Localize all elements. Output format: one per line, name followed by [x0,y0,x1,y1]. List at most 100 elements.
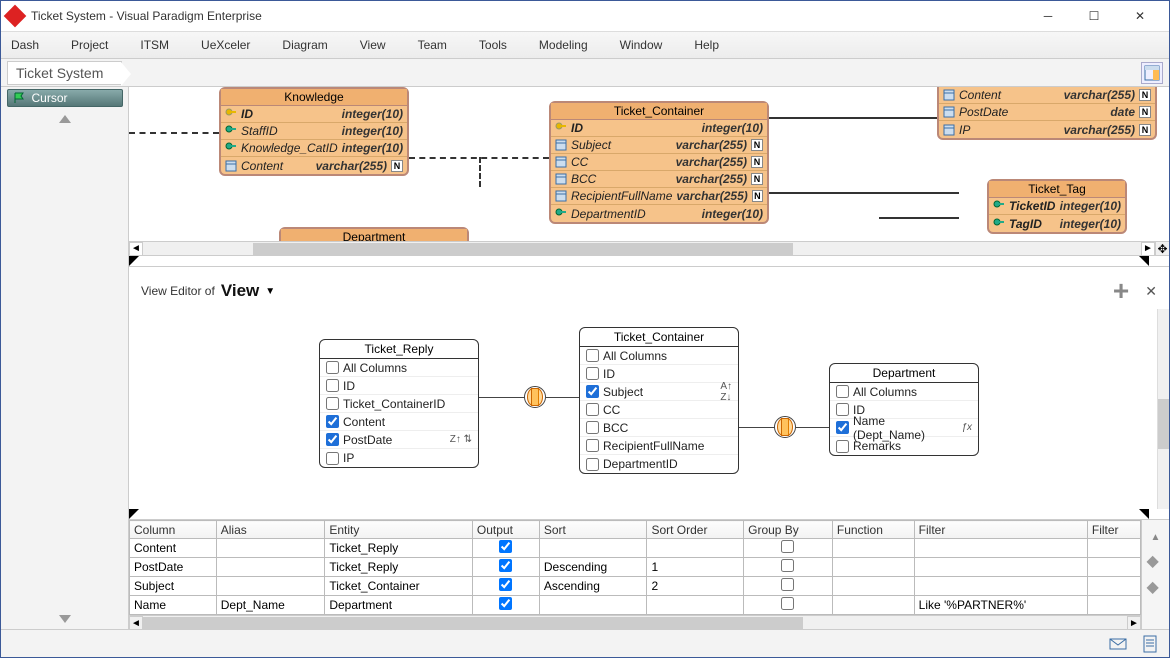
column-checkbox[interactable] [586,385,599,398]
column-checkbox[interactable] [326,397,339,410]
groupby-checkbox[interactable] [781,578,794,591]
cell-filter1[interactable] [914,558,1087,577]
column-checkbox[interactable] [326,452,339,465]
output-checkbox[interactable] [499,578,512,591]
grid-header[interactable]: Sort [539,521,647,539]
erd-hscroll[interactable]: ◄ ► [129,241,1155,255]
grid-header[interactable]: Filter [914,521,1087,539]
cell-sortorder[interactable]: 1 [647,558,744,577]
column-checkbox[interactable] [836,385,849,398]
entity-column[interactable]: StaffIDinteger(10) [221,123,407,140]
palette-scroll-up[interactable] [59,115,71,123]
view-vscroll[interactable] [1157,309,1169,509]
cell-sort[interactable] [539,596,647,615]
output-checkbox[interactable] [499,559,512,572]
view-column-row[interactable]: DepartmentID [580,455,738,473]
view-column-row[interactable]: Content [320,413,478,431]
grid-hscroll[interactable]: ◄ ► [129,615,1141,629]
entity-column[interactable]: IDinteger(10) [551,120,767,137]
entity-knowledge[interactable]: Knowledge IDinteger(10)StaffIDinteger(10… [219,87,409,176]
cell-sortorder[interactable] [647,596,744,615]
entity-column[interactable]: IPvarchar(255)N [939,121,1155,138]
entity-column[interactable]: Knowledge_CatIDinteger(10) [221,140,407,157]
mail-icon[interactable] [1109,635,1127,653]
cell-filter1[interactable]: Like '%PARTNER%' [914,596,1087,615]
entity-ticket-container[interactable]: Ticket_Container IDinteger(10)Subjectvar… [549,101,769,224]
view-column-row[interactable]: ID [580,365,738,383]
view-box-ticket-container[interactable]: Ticket_Container All ColumnsIDSubjectA↑Z… [579,327,739,474]
column-checkbox[interactable] [326,379,339,392]
view-column-row[interactable]: CC [580,401,738,419]
join-icon[interactable] [774,416,796,438]
cell-alias[interactable] [216,539,325,558]
breadcrumb[interactable]: Ticket System [7,61,122,85]
grid-header[interactable]: Column [130,521,217,539]
cell-entity[interactable]: Ticket_Reply [325,558,473,577]
add-view-button[interactable]: + [1113,282,1129,300]
groupby-checkbox[interactable] [781,540,794,553]
menu-tools[interactable]: Tools [479,38,507,52]
menu-view[interactable]: View [360,38,386,52]
maximize-button[interactable]: ☐ [1071,1,1117,31]
cell-sortorder[interactable] [647,539,744,558]
menu-dash[interactable]: Dash [11,38,39,52]
entity-column[interactable]: IDinteger(10) [221,106,407,123]
entity-column[interactable]: Contentvarchar(255)N [221,157,407,174]
grid-header[interactable]: Entity [325,521,473,539]
entity-column[interactable]: TicketIDinteger(10) [989,198,1125,215]
groupby-checkbox[interactable] [781,597,794,610]
entity-column[interactable]: CCvarchar(255)N [551,154,767,171]
scroll-left-icon[interactable]: ◄ [129,242,143,256]
view-column-row[interactable]: PostDateZ↑ ⇅ [320,431,478,449]
grid-vscroll-up[interactable]: ▲ [1151,532,1161,543]
menu-project[interactable]: Project [71,38,108,52]
menu-diagram[interactable]: Diagram [282,38,327,52]
menu-team[interactable]: Team [418,38,447,52]
cell-filter2[interactable] [1087,577,1140,596]
horizontal-splitter[interactable] [129,256,1169,266]
cell-sort[interactable]: Ascending [539,577,647,596]
cell-entity[interactable]: Department [325,596,473,615]
scroll-left-icon[interactable]: ◄ [129,616,143,630]
column-checkbox[interactable] [586,458,599,471]
cell-groupby[interactable] [744,596,833,615]
entity-column[interactable]: RecipientFullNamevarchar(255)N [551,188,767,205]
erd-canvas[interactable]: Knowledge IDinteger(10)StaffIDinteger(10… [129,87,1169,256]
grid-header[interactable]: Function [832,521,914,539]
view-column-row[interactable]: All Columns [320,359,478,377]
entity-column[interactable]: Contentvarchar(255)N [939,87,1155,104]
menu-itsm[interactable]: ITSM [140,38,169,52]
move-row-up-button[interactable]: ◆ [1147,551,1165,569]
criteria-grid[interactable]: ColumnAliasEntityOutputSortSort OrderGro… [129,520,1141,615]
view-column-row[interactable]: Name (Dept_Name)ƒx [830,419,978,437]
cell-output[interactable] [472,596,539,615]
cell-function[interactable] [832,577,914,596]
entity-column[interactable]: PostDatedateN [939,104,1155,121]
cell-filter2[interactable] [1087,558,1140,577]
column-checkbox[interactable] [836,403,849,416]
view-diagram-canvas[interactable]: Ticket_Reply All ColumnsIDTicket_Contain… [129,309,1169,509]
cell-column[interactable]: PostDate [130,558,217,577]
cell-alias[interactable] [216,577,325,596]
menu-window[interactable]: Window [620,38,663,52]
cell-sortorder[interactable]: 2 [647,577,744,596]
entity-column[interactable]: TagIDinteger(10) [989,215,1125,232]
view-box-department[interactable]: Department All ColumnsIDName (Dept_Name)… [829,363,979,456]
cell-output[interactable] [472,558,539,577]
document-icon[interactable] [1141,635,1159,653]
grid-splitter[interactable] [129,509,1169,519]
join-icon[interactable] [524,386,546,408]
cell-column[interactable]: Content [130,539,217,558]
column-checkbox[interactable] [326,415,339,428]
view-column-row[interactable]: All Columns [830,383,978,401]
close-view-editor-button[interactable]: ✕ [1145,283,1157,300]
grid-row[interactable]: SubjectTicket_ContainerAscending2 [130,577,1141,596]
column-checkbox[interactable] [586,439,599,452]
menu-uexceler[interactable]: UeXceler [201,38,250,52]
pan-icon[interactable]: ✥ [1155,241,1169,255]
column-checkbox[interactable] [586,367,599,380]
grid-header[interactable]: Sort Order [647,521,744,539]
layout-options-button[interactable] [1141,62,1163,84]
view-column-row[interactable]: Ticket_ContainerID [320,395,478,413]
column-checkbox[interactable] [586,403,599,416]
